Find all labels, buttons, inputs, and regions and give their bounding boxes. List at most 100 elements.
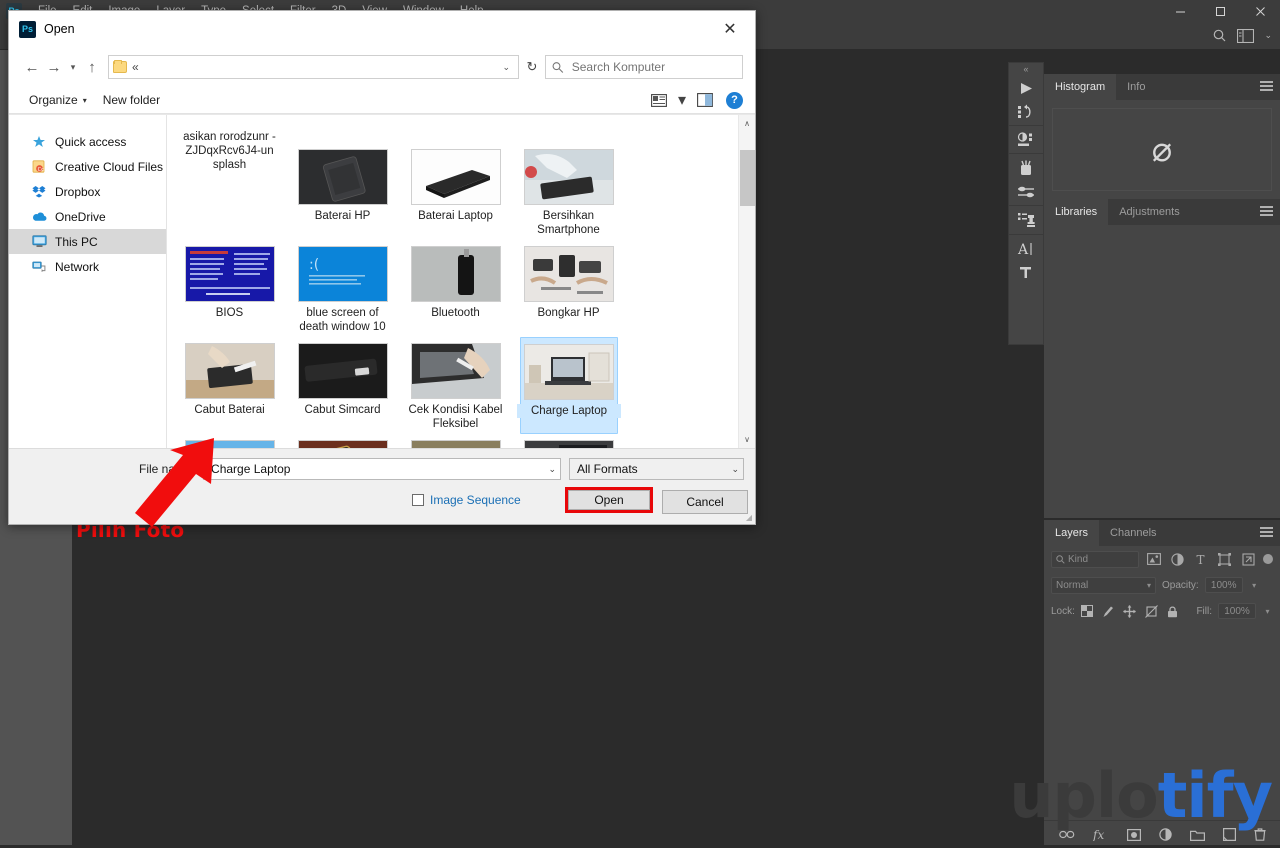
recent-locations-chevron-down-icon[interactable]: ▾ — [65, 54, 81, 80]
file-item[interactable]: CMOS Laptop — [399, 434, 512, 448]
scroll-down-icon[interactable]: ∨ — [739, 431, 756, 448]
file-item-partial[interactable]: asikan rorodzunr -ZJDqxRcv6J4-un splash — [173, 131, 286, 187]
minimize-button[interactable] — [1160, 0, 1200, 22]
file-item[interactable]: Cabut Baterai — [173, 337, 286, 434]
fill-stepper[interactable]: ▾ — [1262, 607, 1273, 616]
history-icon[interactable] — [1017, 104, 1035, 119]
layer-filter-toggle[interactable] — [1263, 554, 1273, 564]
search-box[interactable] — [545, 55, 743, 79]
opacity-stepper[interactable]: ▾ — [1249, 581, 1260, 590]
open-button[interactable]: Open — [568, 490, 650, 510]
fx-icon[interactable]: fx — [1093, 828, 1109, 841]
lock-transparent-icon[interactable] — [1080, 605, 1093, 617]
sidebar-item-creative-cloud-files[interactable]: Cc Creative Cloud Files — [9, 154, 166, 179]
actions-play-icon[interactable] — [1018, 81, 1035, 96]
lock-all-icon[interactable] — [1167, 605, 1178, 618]
styles-icon[interactable] — [1017, 160, 1035, 177]
organize-button[interactable]: Organize ▾ — [21, 93, 95, 107]
workspace-caret-icon[interactable]: ⌄ — [1264, 30, 1272, 41]
scroll-up-icon[interactable]: ∧ — [739, 115, 756, 132]
smart-object-filter-icon[interactable] — [1240, 552, 1258, 566]
tab-libraries[interactable]: Libraries — [1044, 199, 1109, 225]
view-options-icon[interactable] — [646, 89, 672, 111]
layer-filter-kind-select[interactable]: Kind — [1051, 550, 1139, 568]
file-item-partial[interactable]: Android TikTok 2 — [286, 115, 399, 143]
new-folder-button[interactable]: New folder — [95, 93, 168, 107]
pixel-filter-icon[interactable] — [1145, 553, 1163, 565]
scrollbar-track[interactable] — [739, 132, 756, 431]
fill-value[interactable]: 100% — [1218, 603, 1256, 619]
new-fill-adjustment-icon[interactable] — [1158, 828, 1172, 841]
back-arrow-icon[interactable]: ← — [21, 54, 43, 80]
character-icon[interactable]: A — [1017, 241, 1035, 257]
new-group-icon[interactable] — [1189, 829, 1205, 841]
file-item[interactable]: Code Programming — [512, 434, 625, 448]
workspace-icon[interactable] — [1237, 28, 1255, 43]
address-chevron-down-icon[interactable]: ⌄ — [498, 62, 514, 73]
sidebar-item-onedrive[interactable]: OneDrive — [9, 204, 166, 229]
file-item[interactable]: Bluetooth — [399, 240, 512, 337]
file-item[interactable]: Baterai HP — [286, 143, 399, 240]
image-sequence-row[interactable]: Image Sequence — [412, 493, 521, 507]
close-button[interactable] — [1240, 0, 1280, 22]
file-item[interactable]: Charger HP 1 — [173, 434, 286, 448]
address-bar[interactable]: « ⌄ — [108, 55, 519, 79]
file-item-partial[interactable]: Android VPN — [512, 115, 625, 143]
refresh-icon[interactable]: ↻ — [519, 55, 545, 79]
file-format-select[interactable]: All Formats ⌄ — [569, 458, 744, 480]
tab-layers[interactable]: Layers — [1044, 520, 1100, 546]
help-button[interactable]: ? — [726, 91, 743, 109]
opacity-value[interactable]: 100% — [1204, 577, 1243, 593]
filename-input[interactable]: Charge Laptop ⌄ — [203, 458, 562, 480]
file-item-partial[interactable]: Android TikTok — [399, 115, 512, 143]
search-icon[interactable] — [1212, 28, 1227, 43]
add-mask-icon[interactable] — [1126, 828, 1141, 841]
chevron-down-icon[interactable]: ⌄ — [731, 464, 739, 475]
view-options-chevron-down-icon[interactable]: ▾ — [674, 89, 690, 111]
tab-adjustments[interactable]: Adjustments — [1108, 199, 1191, 225]
search-input[interactable] — [569, 59, 736, 75]
adjustments-icon[interactable] — [1017, 132, 1036, 147]
file-item-selected[interactable]: Charge Laptop — [517, 337, 621, 434]
shape-filter-icon[interactable] — [1216, 552, 1234, 566]
blend-mode-select[interactable]: Normal ▾ — [1051, 576, 1156, 594]
tab-info[interactable]: Info — [1116, 74, 1157, 100]
collapse-panels-icon[interactable]: « — [1023, 63, 1028, 75]
tab-histogram[interactable]: Histogram — [1044, 74, 1117, 100]
lock-position-icon[interactable] — [1122, 604, 1136, 618]
panel-menu-icon[interactable] — [1260, 527, 1273, 539]
lock-image-icon[interactable] — [1102, 605, 1114, 618]
file-item[interactable]: :( blue screen of death window 10 — [286, 240, 399, 337]
chevron-down-icon[interactable]: ⌄ — [548, 464, 556, 475]
link-layers-icon[interactable] — [1058, 829, 1075, 840]
file-item[interactable]: Cabut Simcard — [286, 337, 399, 434]
sidebar-item-this-pc[interactable]: This PC — [9, 229, 166, 254]
paragraph-icon[interactable] — [1018, 265, 1034, 280]
file-list-scrollbar[interactable]: ∧ ∨ — [738, 115, 755, 448]
up-one-level-icon[interactable]: ↑ — [81, 54, 103, 80]
file-item[interactable]: Cek Kondisi Kabel Fleksibel — [399, 337, 512, 434]
clone-source-icon[interactable] — [1017, 212, 1036, 228]
file-item[interactable]: Bersihkan Smartphone — [512, 143, 625, 240]
file-item[interactable]: Baterai Laptop — [399, 143, 512, 240]
sidebar-item-dropbox[interactable]: Dropbox — [9, 179, 166, 204]
scrollbar-thumb[interactable] — [739, 150, 755, 206]
resize-grip-icon[interactable]: ◢ — [746, 513, 752, 522]
close-icon[interactable]: ✕ — [711, 14, 749, 44]
delete-layer-icon[interactable] — [1253, 828, 1266, 841]
lock-artboard-icon[interactable] — [1145, 604, 1158, 618]
file-item[interactable]: Charger HP — [286, 434, 399, 448]
panel-menu-icon[interactable] — [1260, 206, 1273, 218]
preview-pane-icon[interactable] — [692, 89, 718, 111]
file-item[interactable]: BIOS — [173, 240, 286, 337]
panel-menu-icon[interactable] — [1260, 81, 1273, 93]
sidebar-item-network[interactable]: Network — [9, 254, 166, 279]
breadcrumb[interactable]: « — [132, 60, 139, 74]
image-sequence-checkbox[interactable] — [412, 494, 424, 506]
new-layer-icon[interactable] — [1222, 828, 1236, 841]
maximize-button[interactable] — [1200, 0, 1240, 22]
type-filter-icon[interactable]: T — [1192, 553, 1210, 566]
forward-arrow-icon[interactable]: → — [43, 54, 65, 80]
properties-icon[interactable] — [1017, 185, 1036, 199]
layers-list[interactable] — [1044, 624, 1280, 820]
